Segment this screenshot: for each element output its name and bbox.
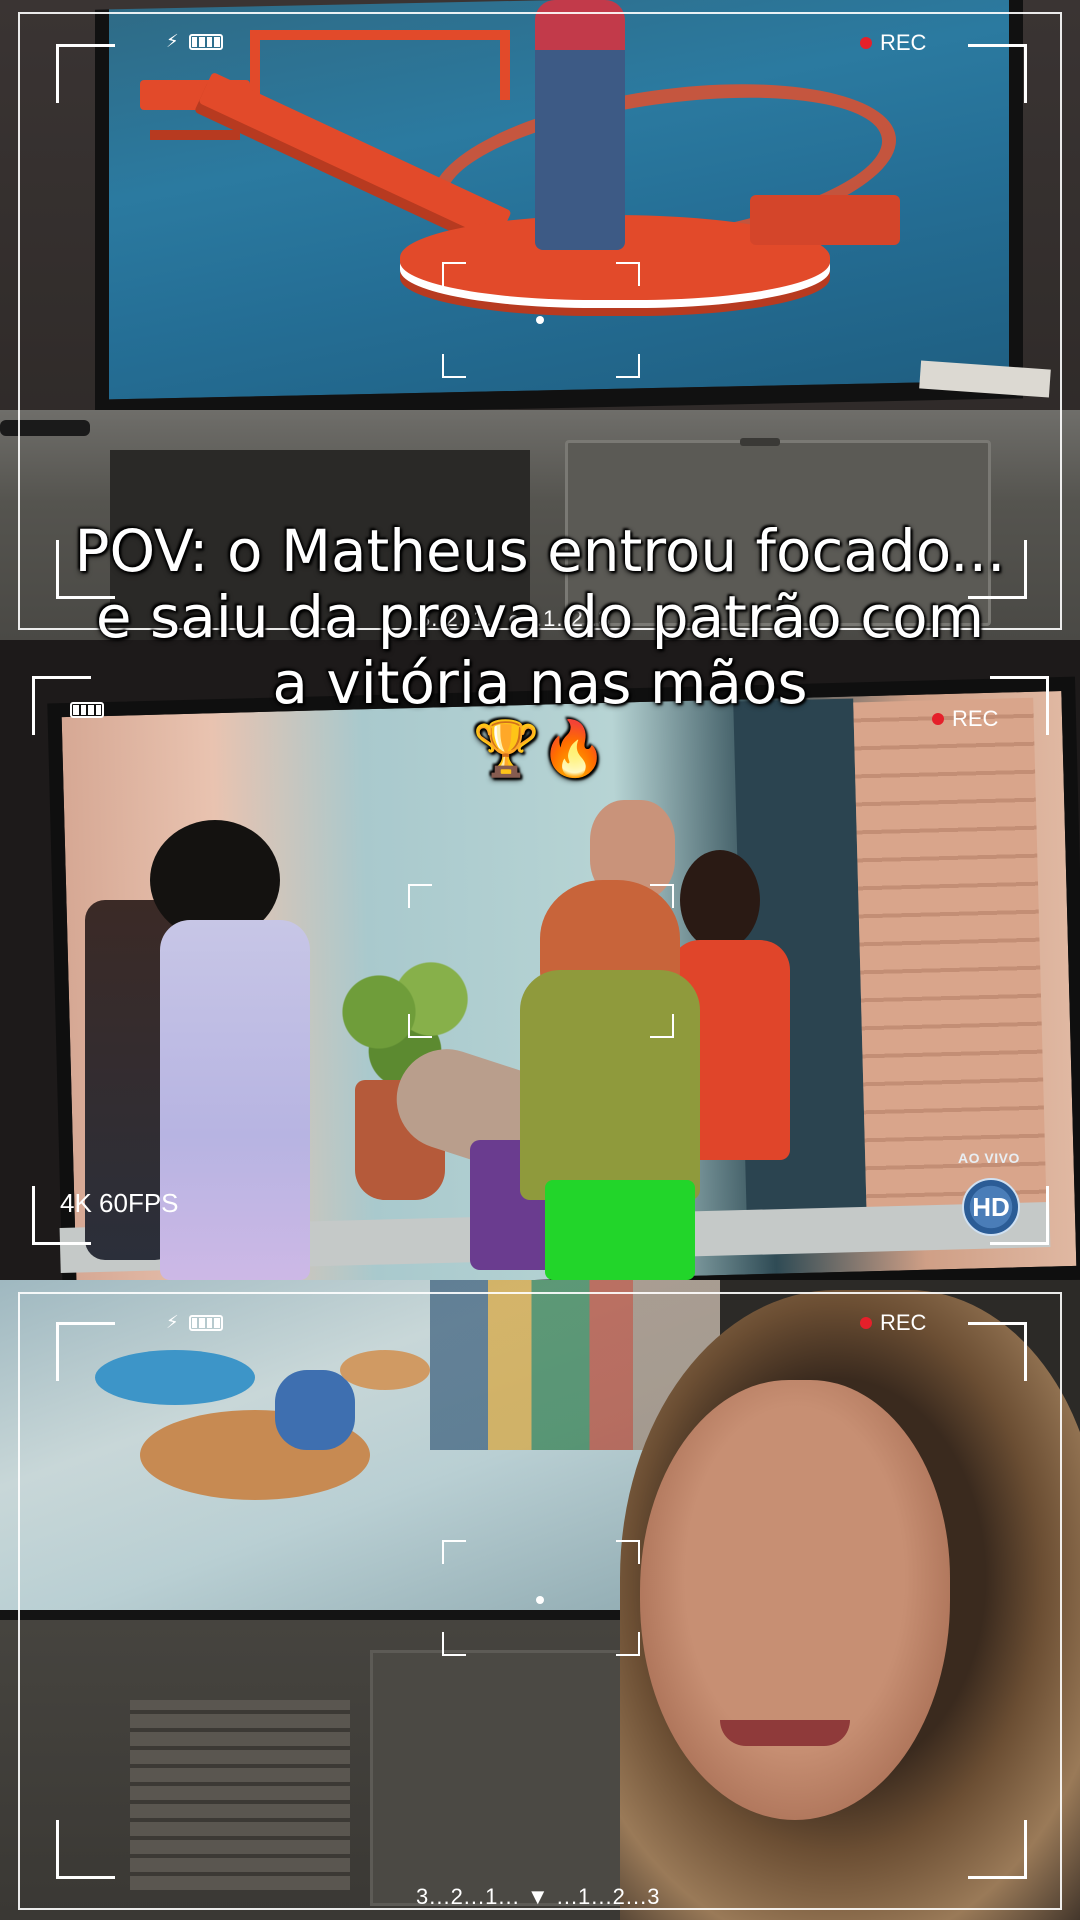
person-lilac-outfit bbox=[160, 920, 310, 1280]
focus-bracket bbox=[616, 354, 640, 378]
lightning-bolt-icon: ⚡ bbox=[166, 31, 179, 51]
battery-indicator: ⚡ bbox=[166, 1312, 223, 1333]
focus-bracket bbox=[442, 1632, 466, 1656]
viewfinder-corner bbox=[56, 1820, 115, 1879]
focus-bracket bbox=[408, 1014, 432, 1038]
battery-indicator: ⚡ bbox=[166, 31, 223, 52]
focus-bracket bbox=[650, 884, 674, 908]
focus-center-dot bbox=[536, 316, 544, 324]
focus-center-dot bbox=[536, 1596, 544, 1604]
tv-hd-badge: HD bbox=[962, 1178, 1020, 1236]
focus-bracket bbox=[616, 1632, 640, 1656]
video-caption: POV: o Matheus entrou focado... e saiu d… bbox=[70, 518, 1010, 782]
lightning-bolt-icon: ⚡ bbox=[166, 1312, 179, 1332]
focus-bracket bbox=[616, 262, 640, 286]
battery-full-icon bbox=[188, 1314, 223, 1331]
caption-text: POV: o Matheus entrou focado... e saiu d… bbox=[74, 517, 1006, 717]
rec-label: REC bbox=[880, 30, 927, 55]
battery-full-icon bbox=[188, 33, 223, 50]
focus-bracket bbox=[442, 262, 466, 286]
focus-bracket bbox=[442, 1540, 466, 1564]
red-record-dot-icon bbox=[860, 37, 872, 49]
caption-emojis: 🏆🔥 bbox=[472, 717, 608, 780]
countdown-timer: 3...2...1... ▼ ...1...2...3 bbox=[416, 1884, 661, 1909]
focus-bracket bbox=[650, 1014, 674, 1038]
viewfinder-corner bbox=[56, 1322, 115, 1381]
rec-indicator: REC bbox=[860, 1310, 926, 1336]
rec-indicator: REC bbox=[860, 30, 926, 56]
viewfinder-corner bbox=[56, 44, 115, 103]
viewfinder-corner bbox=[968, 1322, 1027, 1381]
red-record-dot-icon bbox=[860, 1317, 872, 1329]
viewfinder-corner bbox=[968, 1820, 1027, 1879]
tv-live-label: AO VIVO bbox=[958, 1150, 1020, 1166]
resolution-fps-label: 4K 60FPS bbox=[60, 1188, 179, 1218]
person-olive-top bbox=[520, 970, 700, 1200]
focus-bracket bbox=[442, 354, 466, 378]
person-green-pants bbox=[545, 1180, 695, 1280]
rec-label: REC bbox=[880, 1310, 927, 1335]
focus-bracket bbox=[408, 884, 432, 908]
focus-bracket bbox=[616, 1540, 640, 1564]
person-orange-hair bbox=[680, 850, 760, 950]
viewfinder-corner bbox=[968, 44, 1027, 103]
